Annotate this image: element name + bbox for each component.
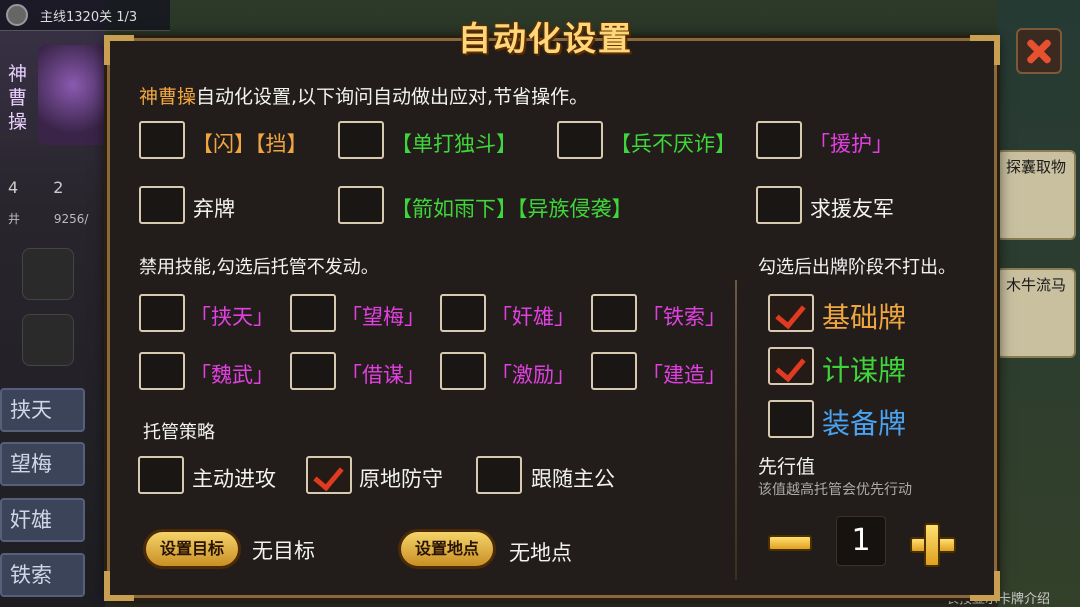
label-request-aid: 求援友军 — [810, 197, 894, 221]
checkbox-strategy-follow[interactable] — [476, 456, 522, 494]
checkbox-skill-jianxiong[interactable] — [440, 294, 486, 332]
hero-portrait[interactable] — [38, 45, 108, 145]
right-card[interactable]: 探囊取物 — [996, 150, 1076, 240]
other-count: 2 — [53, 178, 64, 197]
target-value: 无目标 — [252, 539, 315, 563]
set-target-button[interactable]: 设置目标 — [143, 529, 241, 569]
checkbox-skill-wangmei[interactable] — [290, 294, 336, 332]
label-dodge-block: 【闪】【挡】 — [192, 132, 308, 156]
right-card-label: 木牛流马 — [1005, 276, 1066, 294]
set-location-button[interactable]: 设置地点 — [398, 529, 496, 569]
checkbox-skill-tiesuo[interactable] — [591, 294, 637, 332]
label-protect: 「援护」 — [809, 132, 893, 156]
location-value: 无地点 — [509, 541, 572, 565]
right-card-label: 探囊取物 — [1005, 158, 1066, 176]
label-strategy-defend: 原地防守 — [359, 467, 443, 491]
hp-value: 9256/ — [53, 212, 89, 226]
checkbox-strategy-defend[interactable] — [306, 456, 352, 494]
section-divider — [735, 280, 737, 580]
dialog-title: 自动化设置 — [458, 19, 633, 58]
checkbox-dodge-block[interactable] — [139, 121, 185, 159]
side-skill-xietian[interactable]: 挟天 — [0, 388, 85, 432]
checkbox-basic-card[interactable] — [768, 294, 814, 332]
gear-icon[interactable] — [6, 4, 28, 26]
label-duel: 【单打独斗】 — [391, 132, 517, 156]
plus-icon-vertical[interactable] — [924, 523, 940, 567]
side-skill-wangmei[interactable]: 望梅 — [0, 442, 85, 486]
priority-title: 先行值 — [758, 456, 816, 478]
label-skill-weiwu: 「魏武」 — [190, 363, 274, 387]
checkbox-skill-jiemou[interactable] — [290, 352, 336, 390]
stage-bar: 主线1320关 1/3 — [0, 0, 170, 31]
side-skill-jianxiong[interactable]: 奸雄 — [0, 498, 85, 542]
label-strategy-follow: 跟随主公 — [531, 467, 615, 491]
label-equip-card: 装备牌 — [822, 407, 907, 440]
minus-icon[interactable] — [768, 535, 812, 551]
strategy-title: 托管策略 — [143, 422, 215, 443]
priority-value: 1 — [836, 516, 886, 566]
label-skill-jiemou: 「借谋」 — [341, 363, 425, 387]
checkbox-duel[interactable] — [338, 121, 384, 159]
label-basic-card: 基础牌 — [822, 301, 907, 334]
corner-decoration — [104, 571, 134, 601]
label-skill-jianzao: 「建造」 — [642, 363, 726, 387]
checkbox-equip-card[interactable] — [768, 400, 814, 438]
equipment-slot[interactable] — [22, 248, 74, 300]
checkbox-arrows-invasion[interactable] — [338, 186, 384, 224]
corner-decoration — [970, 571, 1000, 601]
checkbox-protect[interactable] — [756, 121, 802, 159]
no-play-title: 勾选后出牌阶段不打出。 — [758, 257, 956, 278]
checkbox-skill-weiwu[interactable] — [139, 352, 185, 390]
side-skill-tiesuo[interactable]: 铁索 — [0, 553, 85, 597]
checkbox-skill-xietian[interactable] — [139, 294, 185, 332]
hp-prefix: 井 — [8, 212, 21, 226]
corner-decoration — [970, 35, 1000, 65]
checkbox-skill-jianzao[interactable] — [591, 352, 637, 390]
checkbox-discard[interactable] — [139, 186, 185, 224]
label-skill-xietian: 「挟天」 — [190, 305, 274, 329]
hp-readout: 井 9256/ — [8, 210, 88, 227]
label-skill-jianxiong: 「奸雄」 — [491, 305, 575, 329]
label-trick-card: 计谋牌 — [822, 354, 907, 387]
label-skill-tiesuo: 「铁索」 — [642, 305, 726, 329]
label-skill-jili: 「激励」 — [491, 363, 575, 387]
checkbox-strategy-attack[interactable] — [138, 456, 184, 494]
intro-rest: 自动化设置,以下询问自动做出应对,节省操作。 — [196, 86, 589, 108]
label-discard: 弃牌 — [193, 197, 235, 221]
label-skill-wangmei: 「望梅」 — [341, 305, 425, 329]
right-card[interactable]: 木牛流马 — [996, 268, 1076, 358]
intro-hero: 神曹操 — [139, 86, 197, 108]
label-deception: 【兵不厌诈】 — [610, 132, 736, 156]
priority-note: 该值越高托管会优先行动 — [758, 482, 912, 498]
label-arrows-invasion: 【箭如雨下】【异族侵袭】 — [391, 197, 633, 221]
close-icon[interactable] — [1016, 28, 1062, 74]
disable-skills-title: 禁用技能,勾选后托管不发动。 — [139, 257, 379, 278]
hero-name: 神曹操 — [8, 63, 28, 133]
intro-text: 神曹操自动化设置,以下询问自动做出应对,节省操作。 — [139, 82, 588, 109]
hero-stats: 4 2 — [8, 178, 63, 197]
label-strategy-attack: 主动进攻 — [192, 467, 276, 491]
checkbox-skill-jili[interactable] — [440, 352, 486, 390]
checkbox-trick-card[interactable] — [768, 347, 814, 385]
hand-count: 4 — [8, 178, 19, 197]
checkbox-request-aid[interactable] — [756, 186, 802, 224]
equipment-slot[interactable] — [22, 314, 74, 366]
corner-decoration — [104, 35, 134, 65]
stage-label: 主线1320关 1/3 — [40, 10, 138, 25]
checkbox-deception[interactable] — [557, 121, 603, 159]
